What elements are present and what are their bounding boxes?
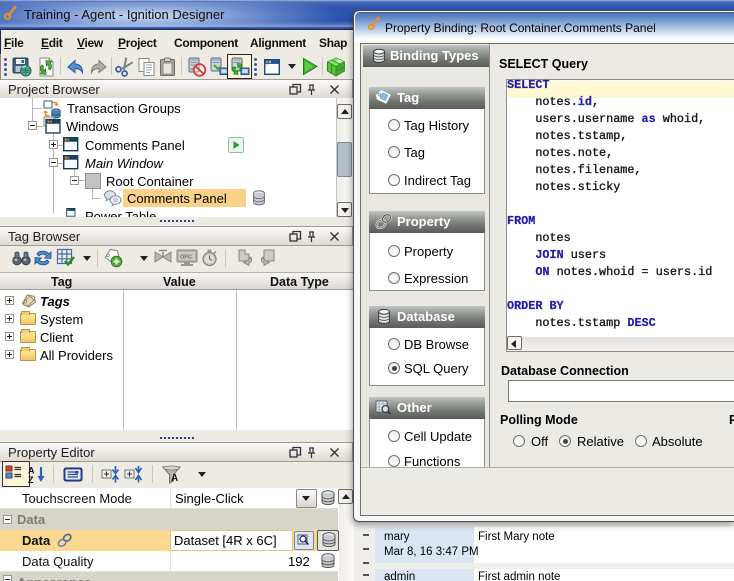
svg-text:OPC: OPC — [180, 255, 192, 261]
svg-text:Z: Z — [28, 475, 34, 484]
svg-text:A: A — [171, 473, 178, 484]
svg-text:A: A — [28, 466, 35, 476]
